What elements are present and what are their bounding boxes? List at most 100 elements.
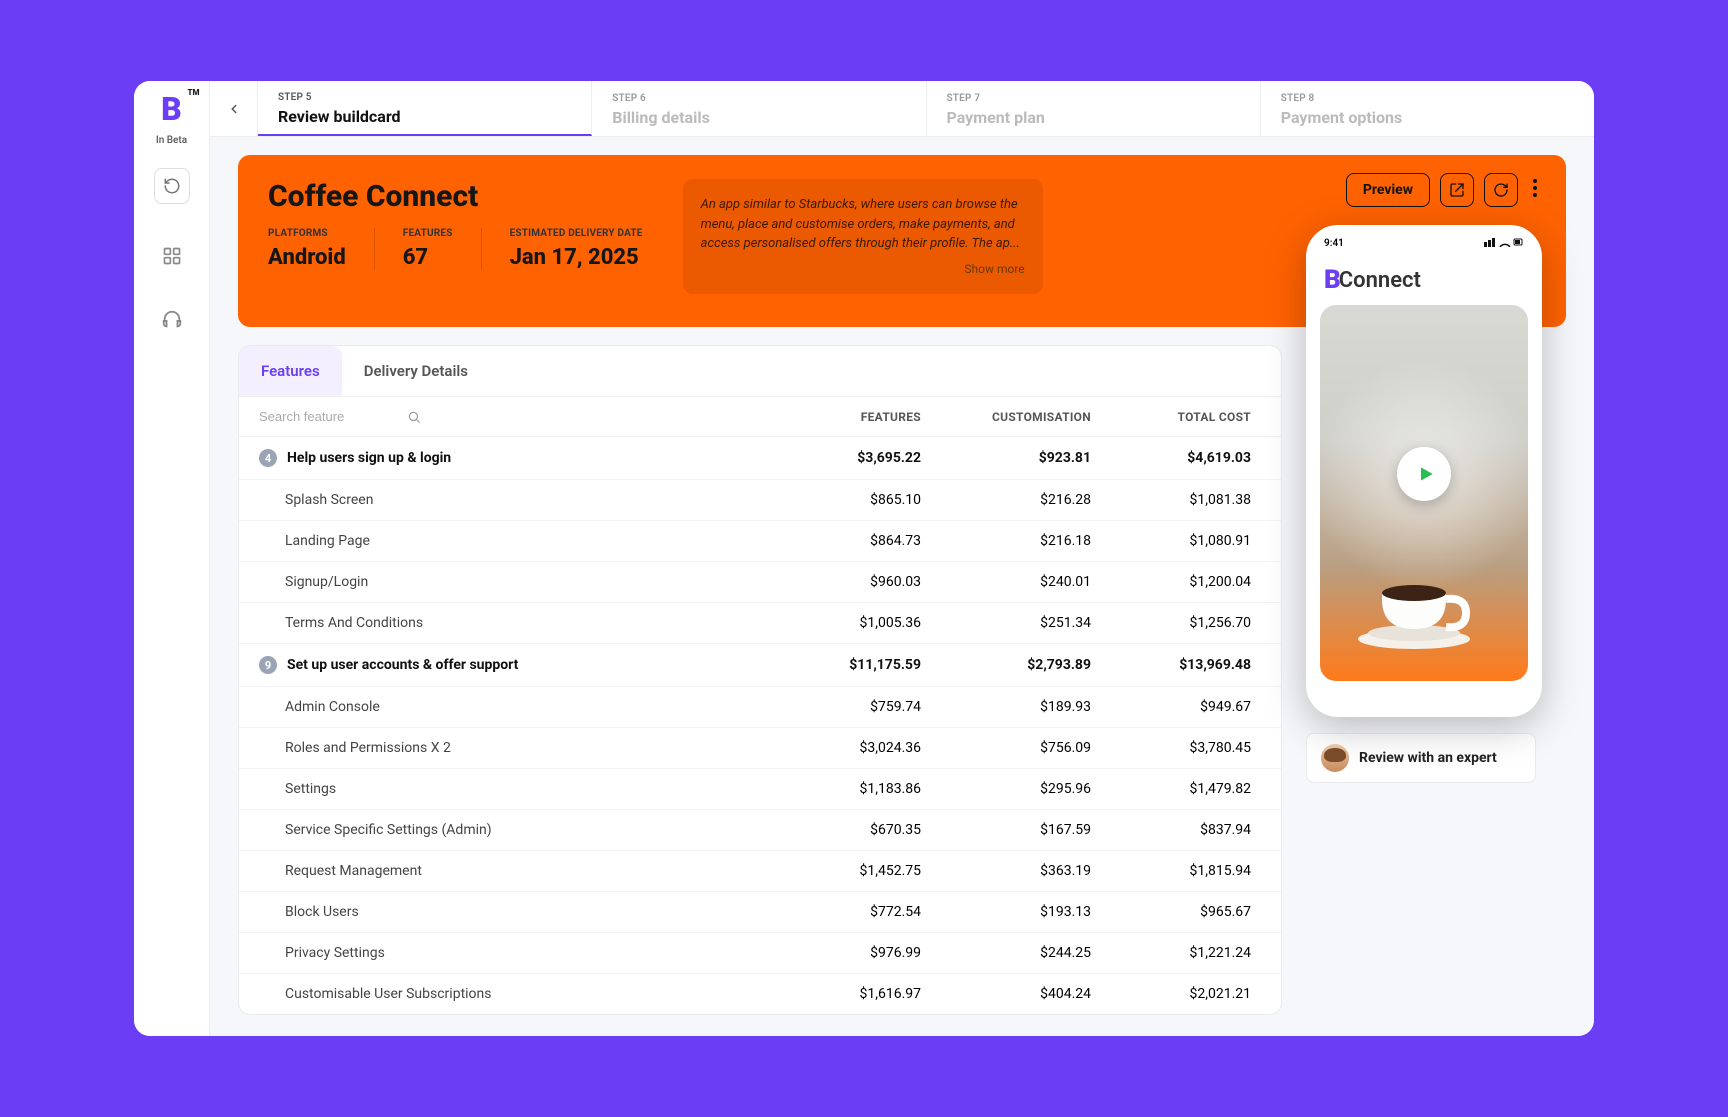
stepper: STEP 5 Review buildcard STEP 6 Billing d… [258,81,1594,136]
feature-features-cost: $1,452.75 [751,863,921,879]
feature-group-row[interactable]: 4Help users sign up & login$3,695.22$923… [239,437,1281,480]
feature-total-cost: $1,221.24 [1091,945,1261,961]
feature-customisation-cost: $295.96 [921,781,1091,797]
feature-customisation-cost: $193.13 [921,904,1091,920]
feature-name: Request Management [259,863,751,879]
step-payment-plan[interactable]: STEP 7 Payment plan [927,81,1261,136]
main-area: STEP 5 Review buildcard STEP 6 Billing d… [210,81,1594,1036]
project-description: An app similar to Starbucks, where users… [683,179,1043,294]
more-vertical-icon [1532,178,1538,198]
preview-button[interactable]: Preview [1346,173,1430,207]
feature-total-cost: $3,780.45 [1091,740,1261,756]
feature-customisation-cost: $189.93 [921,699,1091,715]
group-total-cost: $4,619.03 [1091,450,1261,466]
search-icon [407,410,421,424]
feature-name: Settings [259,781,751,797]
feature-row[interactable]: Landing Page$864.73$216.18$1,080.91 [239,521,1281,562]
undo-button[interactable] [154,168,190,204]
feature-features-cost: $1,616.97 [751,986,921,1002]
group-count-badge: 9 [259,656,277,674]
feature-name: Landing Page [259,533,751,549]
feature-row[interactable]: Block Users$772.54$193.13$965.67 [239,892,1281,933]
feature-row[interactable]: Settings$1,183.86$295.96$1,479.82 [239,769,1281,810]
step-title: Review buildcard [278,107,571,126]
expert-label: Review with an expert [1359,750,1497,766]
phone-app-name: Connect [1339,268,1421,293]
feature-features-cost: $1,005.36 [751,615,921,631]
table-body[interactable]: 4Help users sign up & login$3,695.22$923… [239,437,1281,1014]
stat-value: Jan 17, 2025 [510,245,643,270]
step-title: Billing details [612,108,905,127]
feature-row[interactable]: Customisable User Subscriptions$1,616.97… [239,974,1281,1014]
review-with-expert-button[interactable]: Review with an expert [1306,733,1536,783]
search-wrap [259,409,751,424]
feature-customisation-cost: $404.24 [921,986,1091,1002]
phone-status-icons [1484,237,1524,250]
stat-label: PLATFORMS [268,228,346,239]
content: Coffee Connect PLATFORMS Android FEATURE… [210,137,1594,1036]
feature-name: Terms And Conditions [259,615,751,631]
brand-logo: B TM [154,93,190,129]
group-total-cost: $13,969.48 [1091,657,1261,673]
coffee-cup-icon [1354,561,1494,651]
feature-total-cost: $1,256.70 [1091,615,1261,631]
feature-group-row[interactable]: 9 Set up user accounts & offer support $11… [239,644,1281,687]
feature-name: Signup/Login [259,574,751,590]
feature-name: Privacy Settings [259,945,751,961]
feature-total-cost: $2,021.21 [1091,986,1261,1002]
group-count-badge: 4 [259,449,277,467]
show-more-button[interactable]: Show more [701,260,1025,278]
feature-row[interactable]: Splash Screen$865.10$216.28$1,081.38 [239,480,1281,521]
tab-delivery-details[interactable]: Delivery Details [342,346,490,396]
group-title: Set up user accounts & offer support [287,657,518,673]
feature-total-cost: $1,815.94 [1091,863,1261,879]
feature-name: Customisable User Subscriptions [259,986,751,1002]
feature-total-cost: $949.67 [1091,699,1261,715]
feature-features-cost: $960.03 [751,574,921,590]
undo-icon [163,177,181,195]
phone-hero-image [1320,305,1528,681]
table-header: FEATURES CUSTOMISATION TOTAL COST [239,397,1281,437]
step-overline: STEP 5 [278,92,571,103]
play-icon [1416,464,1436,484]
feature-row[interactable]: Signup/Login$960.03$240.01$1,200.04 [239,562,1281,603]
stat-label: ESTIMATED DELIVERY DATE [510,228,643,239]
step-billing-details[interactable]: STEP 6 Billing details [592,81,926,136]
feature-row[interactable]: Admin Console$759.74$189.93$949.67 [239,687,1281,728]
phone-preview: 9:41 B Connect [1306,225,1542,717]
feature-features-cost: $976.99 [751,945,921,961]
refresh-icon [1493,182,1509,198]
left-rail: B TM In Beta [134,81,210,1036]
feature-row[interactable]: Privacy Settings$976.99$244.25$1,221.24 [239,933,1281,974]
group-title: Help users sign up & login [287,450,451,466]
search-input[interactable] [259,409,399,424]
col-header-total: TOTAL COST [1091,410,1261,424]
feature-row[interactable]: Terms And Conditions$1,005.36$251.34$1,2… [239,603,1281,644]
feature-row[interactable]: Service Specific Settings (Admin)$670.35… [239,810,1281,851]
group-features-cost: $11,175.59 [751,657,921,673]
feature-row[interactable]: Roles and Permissions X 2$3,024.36$756.0… [239,728,1281,769]
step-payment-options[interactable]: STEP 8 Payment options [1261,81,1594,136]
feature-customisation-cost: $216.18 [921,533,1091,549]
share-button[interactable] [1440,173,1474,207]
phone-app-title: B Connect [1310,257,1538,305]
group-customisation-cost: $2,793.89 [921,657,1091,673]
step-overline: STEP 6 [612,93,905,104]
feature-row[interactable]: Request Management$1,452.75$363.19$1,815… [239,851,1281,892]
project-name: Coffee Connect [268,179,643,214]
play-button[interactable] [1397,447,1451,501]
card-tabs: Features Delivery Details [239,346,1281,397]
feature-name: Splash Screen [259,492,751,508]
tab-features[interactable]: Features [239,346,342,396]
refresh-button[interactable] [1484,173,1518,207]
step-review-buildcard[interactable]: STEP 5 Review buildcard [258,81,592,136]
step-overline: STEP 8 [1281,93,1574,104]
feature-features-cost: $1,183.86 [751,781,921,797]
feature-total-cost: $1,081.38 [1091,492,1261,508]
stat-value: Android [268,245,346,270]
dashboard-icon[interactable] [160,244,184,268]
stat-value: 67 [403,245,453,270]
back-button[interactable] [210,81,258,136]
support-icon[interactable] [160,308,184,332]
more-menu-button[interactable] [1528,178,1542,203]
